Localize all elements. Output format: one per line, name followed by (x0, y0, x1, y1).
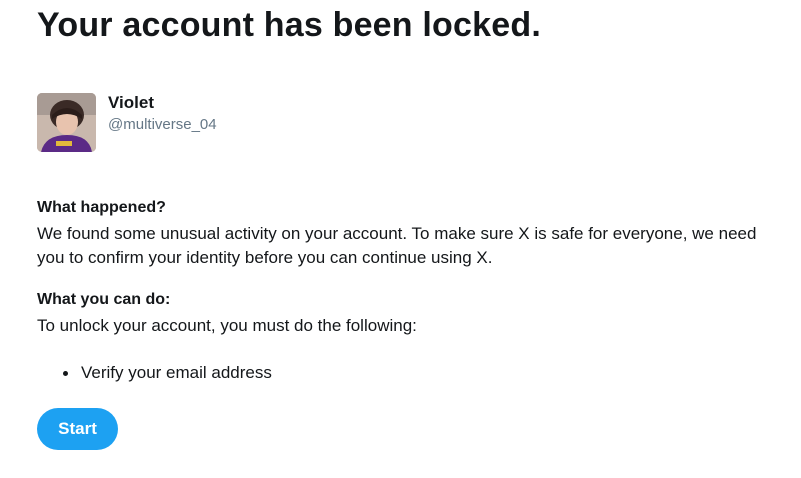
user-text: Violet @multiverse_04 (108, 93, 217, 136)
required-steps-list: Verify your email address (37, 361, 272, 385)
what-happened-heading: What happened? (37, 199, 166, 216)
user-display-name: Violet (108, 93, 154, 112)
step-label: Verify your email address (81, 363, 272, 382)
list-item: Verify your email address (37, 361, 272, 385)
what-you-can-do-text: To unlock your account, you must do the … (37, 316, 417, 335)
what-you-can-do-heading: What you can do: (37, 291, 171, 308)
what-happened-text: We found some unusual activity on your a… (37, 224, 757, 267)
user-handle: @multiverse_04 (108, 116, 217, 133)
bullet-icon (63, 371, 68, 376)
start-button[interactable]: Start (37, 408, 118, 450)
avatar-image (37, 93, 96, 152)
avatar (37, 93, 96, 152)
page-title: Your account has been locked. (37, 6, 541, 44)
user-card: Violet @multiverse_04 (37, 93, 217, 152)
account-locked-page: Your account has been locked. Violet @mu… (0, 0, 801, 478)
